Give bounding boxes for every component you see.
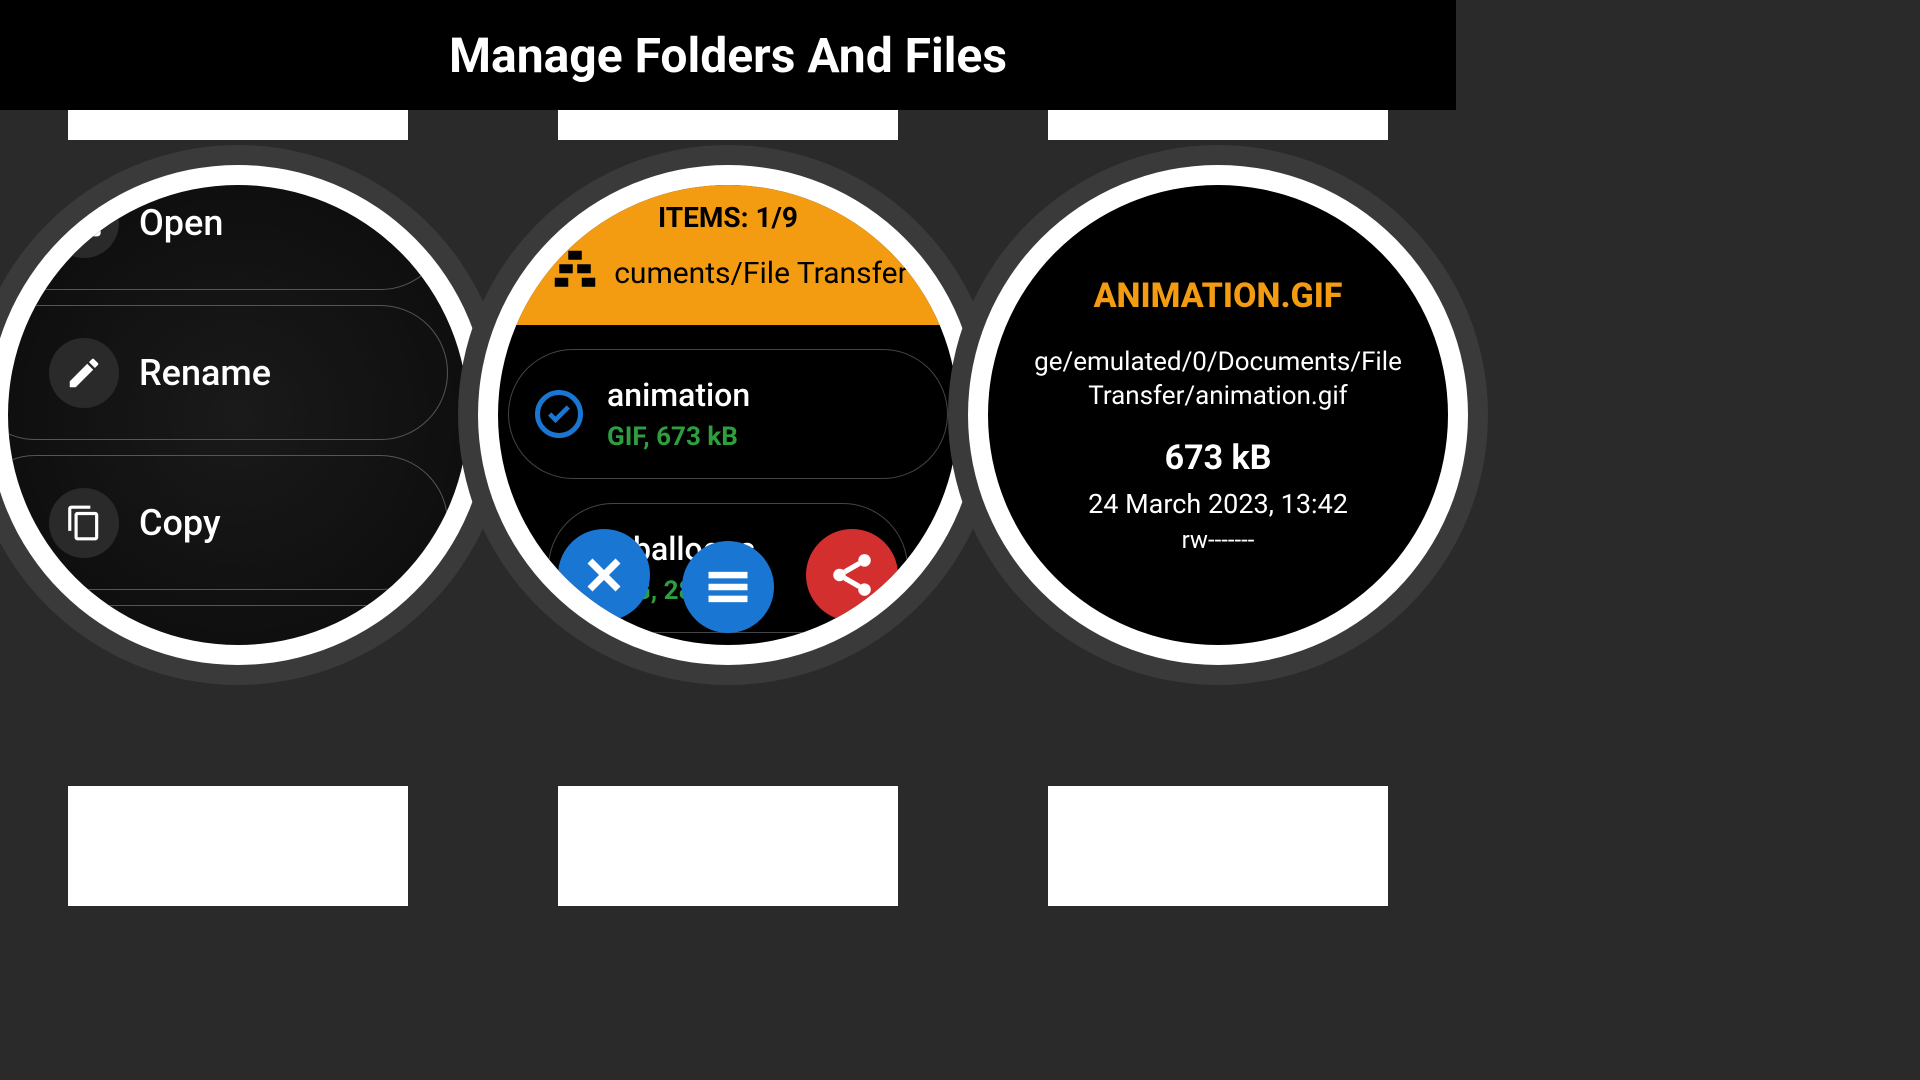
menu-item-copy[interactable]: Copy	[8, 455, 448, 590]
share-icon	[827, 550, 877, 600]
copy-icon	[49, 488, 119, 558]
close-button[interactable]	[558, 529, 650, 621]
watch-file-list: ITEMS: 1/9 cuments/File Transfer	[493, 110, 963, 816]
share-button[interactable]	[806, 529, 898, 621]
file-name: animation	[607, 376, 750, 414]
watch-details: ANIMATION.GIF ge/emulated/0/Documents/Fi…	[983, 110, 1453, 816]
menu-label: Copy	[139, 502, 221, 544]
menu-icon	[702, 561, 754, 613]
menu-item-open[interactable]: Open	[8, 185, 448, 290]
page-title-text: Manage Folders And Files	[449, 27, 1007, 84]
folder-open-icon	[49, 188, 119, 258]
menu-item-rename[interactable]: Rename	[8, 305, 448, 440]
menu-label: Open	[139, 202, 223, 244]
detail-path: ge/emulated/0/Documents/File Transfer/an…	[1018, 346, 1418, 414]
menu-item-cut[interactable]: Cut	[8, 605, 448, 645]
menu-label: Rename	[139, 352, 271, 394]
watch-menu: Open Rename Copy Cut	[3, 110, 473, 816]
detail-date: 24 March 2023, 13:42	[1088, 488, 1348, 520]
watch-face-menu: Open Rename Copy Cut	[8, 185, 468, 645]
watch-face-files: ITEMS: 1/9 cuments/File Transfer	[498, 185, 958, 645]
detail-size: 673 kB	[1165, 438, 1272, 478]
watch-face-details[interactable]: ANIMATION.GIF ge/emulated/0/Documents/Fi…	[988, 185, 1448, 645]
pencil-icon	[49, 338, 119, 408]
file-item-animation[interactable]: animation GIF, 673 kB	[508, 349, 948, 479]
file-text: animation GIF, 673 kB	[607, 376, 750, 452]
page-title: Manage Folders And Files	[0, 0, 1456, 110]
watch-lug	[1048, 786, 1388, 906]
menu-button[interactable]	[682, 541, 774, 633]
watch-lug	[558, 786, 898, 906]
check-icon	[535, 390, 583, 438]
watch-lug	[68, 786, 408, 906]
watches-row: Open Rename Copy Cut	[0, 110, 1456, 816]
current-path: cuments/File Transfer	[614, 256, 908, 291]
fab-row	[558, 541, 898, 633]
scissors-icon	[49, 638, 119, 646]
close-icon	[580, 551, 628, 599]
detail-filename: ANIMATION.GIF	[1094, 276, 1343, 316]
path-row[interactable]: cuments/File Transfer	[498, 244, 958, 302]
file-meta: GIF, 673 kB	[607, 422, 750, 452]
detail-permissions: rw-------	[1182, 526, 1255, 554]
